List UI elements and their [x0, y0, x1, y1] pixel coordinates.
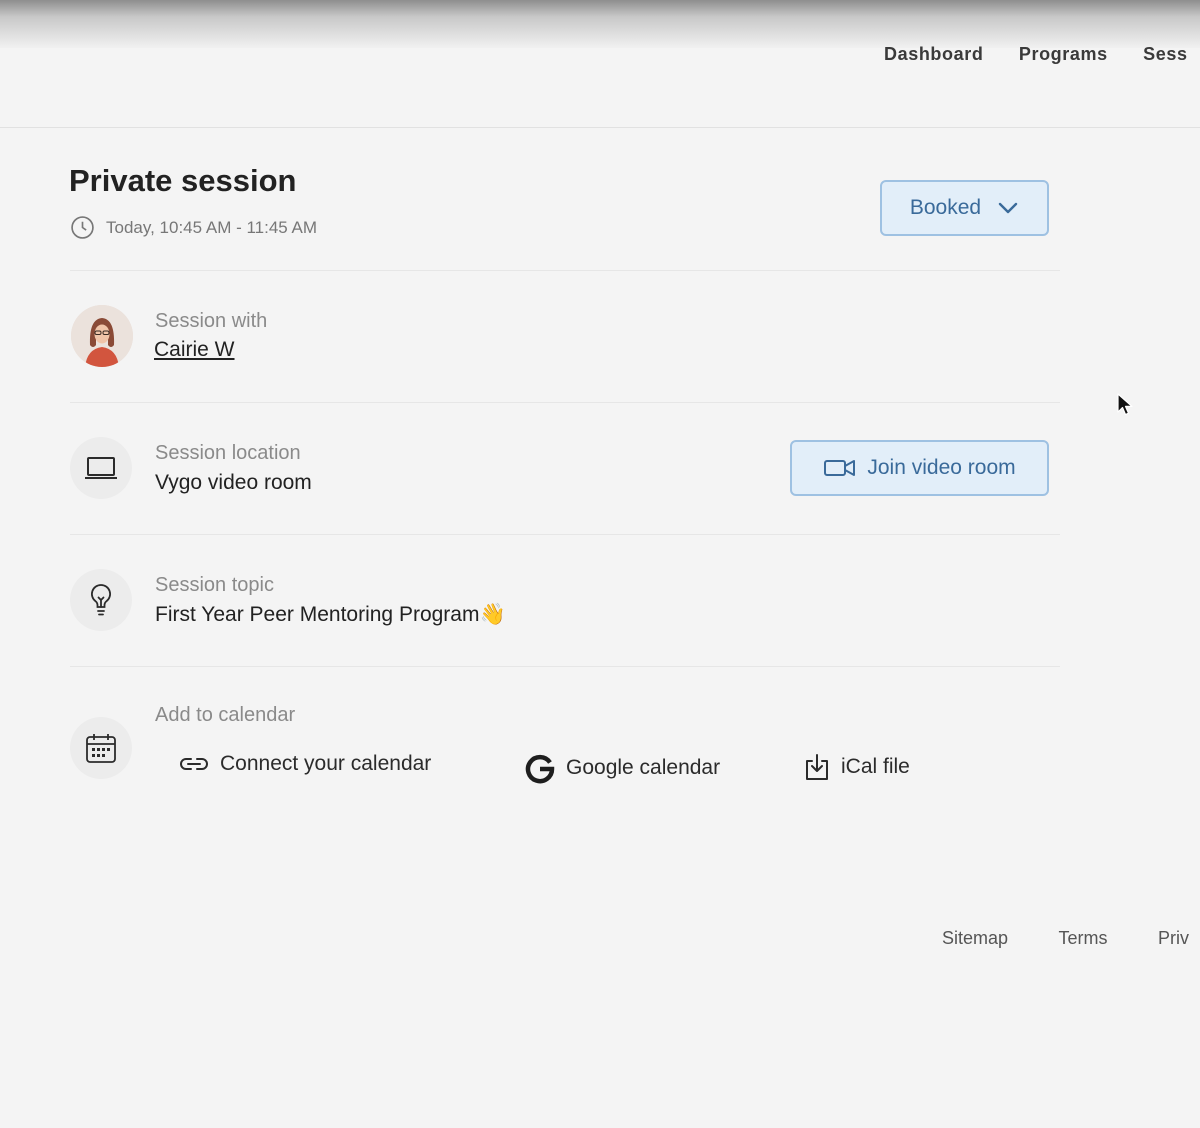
nav-dashboard[interactable]: Dashboard — [884, 44, 983, 65]
calendar-icon-circle — [70, 717, 132, 779]
session-topic-value: First Year Peer Mentoring Program👋 — [155, 603, 506, 627]
location-icon-circle — [70, 437, 132, 499]
session-location-value: Vygo video room — [155, 471, 312, 494]
google-calendar-label: Google calendar — [566, 756, 721, 779]
mentor-name-link[interactable]: Cairie W — [154, 338, 235, 362]
lightbulb-icon — [91, 584, 111, 616]
chevron-down-icon — [998, 202, 1018, 214]
session-detail-page: Dashboard Programs Sess Private session … — [0, 0, 1200, 1128]
laptop-icon — [85, 457, 117, 479]
link-icon — [180, 758, 208, 770]
footer-sitemap[interactable]: Sitemap — [942, 928, 1008, 949]
nav-programs[interactable]: Programs — [1019, 44, 1108, 65]
video-camera-icon — [824, 460, 856, 476]
status-dropdown-button[interactable]: Booked — [880, 180, 1049, 236]
footer-links: Sitemap Terms Priv — [942, 928, 1200, 949]
nav-sessions[interactable]: Sess — [1143, 44, 1187, 65]
session-time: Today, 10:45 AM - 11:45 AM — [70, 215, 317, 240]
session-with-label: Session with — [155, 310, 268, 332]
session-topic-text: First Year Peer Mentoring Program — [155, 603, 480, 626]
page-title: Private session — [69, 163, 297, 198]
session-topic-label: Session topic — [155, 574, 274, 596]
footer-privacy[interactable]: Priv — [1158, 928, 1189, 949]
cursor-icon — [1117, 393, 1133, 416]
add-to-calendar-label: Add to calendar — [155, 704, 296, 726]
top-navbar: Dashboard Programs Sess — [0, 0, 1200, 128]
divider — [70, 666, 1060, 667]
google-calendar-link[interactable]: Google calendar — [524, 752, 720, 784]
main-nav: Dashboard Programs Sess — [884, 44, 1200, 65]
divider — [70, 402, 1060, 403]
avatar[interactable] — [71, 305, 133, 367]
waving-hand-emoji: 👋 — [479, 603, 506, 626]
status-label: Booked — [909, 196, 982, 219]
divider — [70, 534, 1060, 535]
google-icon — [525, 754, 555, 784]
ical-file-label: iCal file — [841, 755, 910, 778]
topic-icon-circle — [70, 569, 132, 631]
download-icon — [806, 754, 828, 780]
join-video-room-button[interactable]: Join video room — [790, 440, 1049, 496]
clock-icon — [71, 216, 94, 239]
ical-file-link[interactable]: iCal file — [803, 752, 910, 782]
connect-calendar-label: Connect your calendar — [220, 752, 432, 775]
divider — [70, 270, 1060, 271]
join-video-room-label: Join video room — [867, 456, 1016, 479]
calendar-icon — [86, 734, 116, 763]
session-time-text: Today, 10:45 AM - 11:45 AM — [106, 217, 318, 237]
session-location-label: Session location — [155, 442, 301, 464]
connect-calendar-link[interactable]: Connect your calendar — [178, 752, 431, 776]
footer-terms[interactable]: Terms — [1059, 928, 1108, 949]
